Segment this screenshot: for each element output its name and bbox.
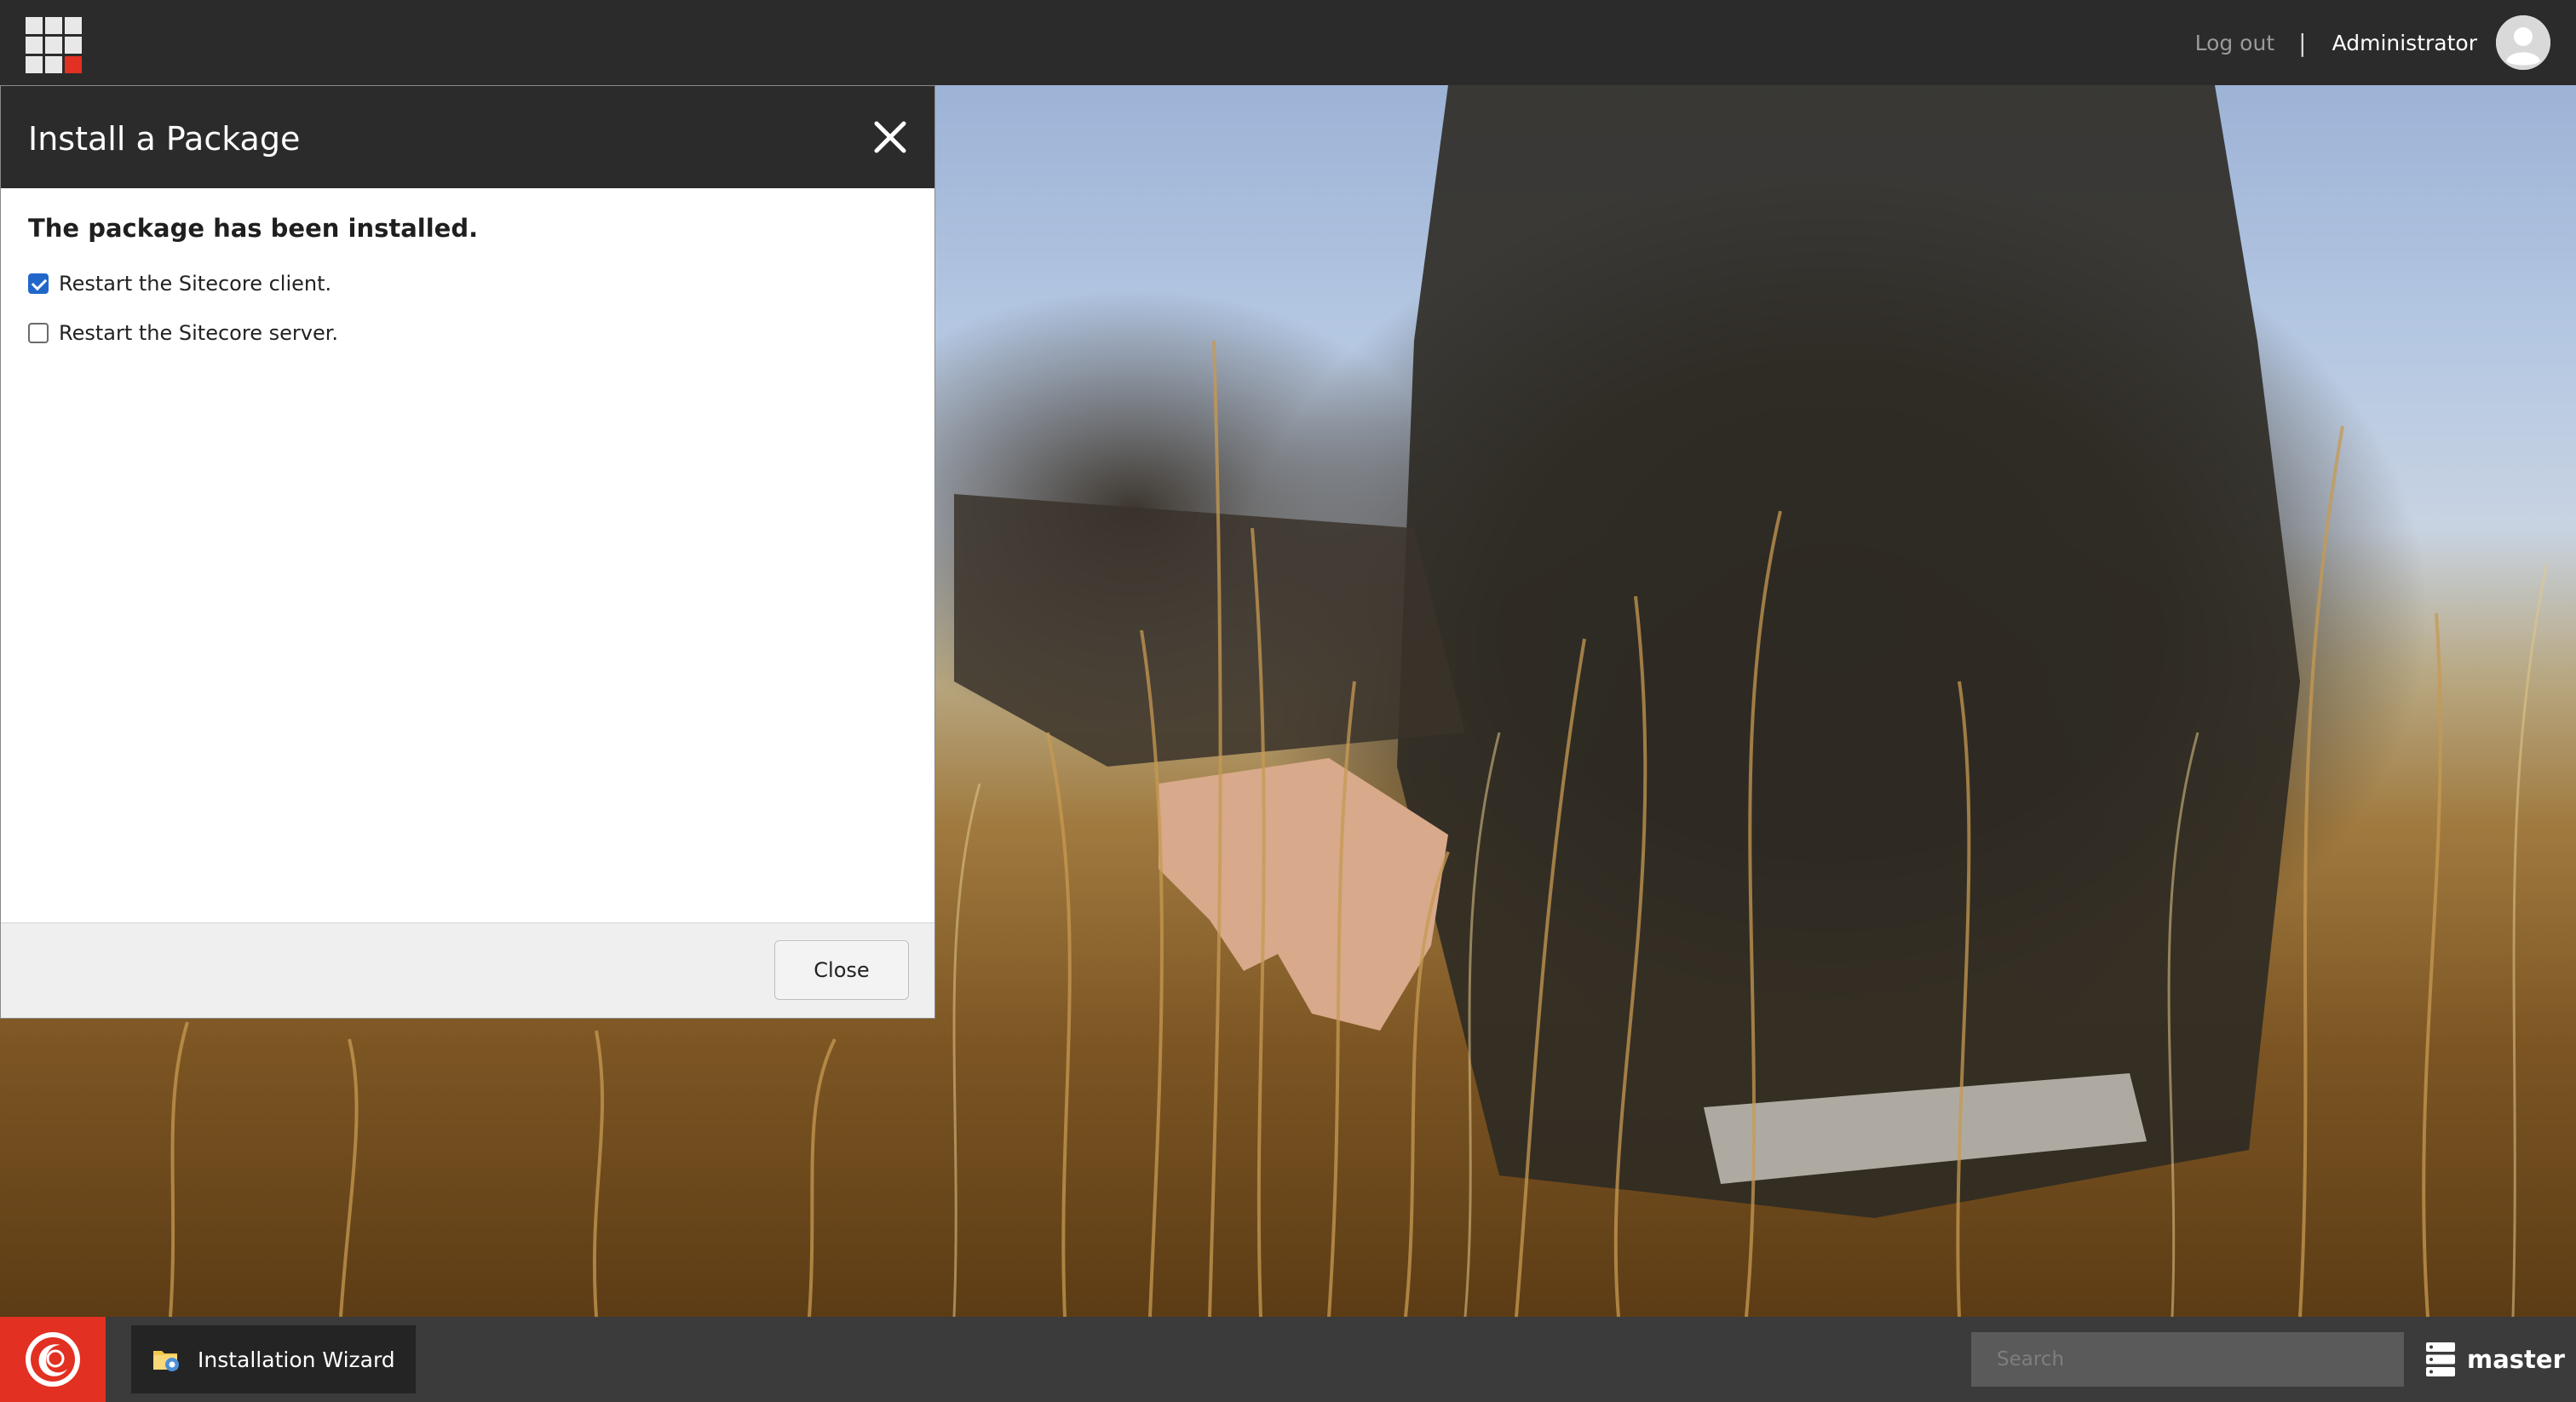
dialog-footer: Close	[1, 922, 934, 1018]
separator: |	[2298, 28, 2307, 57]
database-icon	[2426, 1342, 2455, 1376]
restart-server-checkbox[interactable]	[28, 323, 49, 343]
taskbar: Installation Wizard master	[0, 1317, 2576, 1402]
close-icon[interactable]	[871, 118, 909, 156]
dialog-title: Install a Package	[28, 120, 301, 158]
launchpad-grid-icon[interactable]	[26, 17, 82, 73]
search-input[interactable]	[1971, 1332, 2404, 1387]
restart-client-checkbox[interactable]	[28, 273, 49, 294]
installation-wizard-icon	[153, 1351, 179, 1371]
restart-server-label[interactable]: Restart the Sitecore server.	[59, 321, 338, 345]
dialog-body: The package has been installed. Restart …	[1, 188, 934, 345]
user-area: Log out | Administrator	[2195, 0, 2550, 85]
dialog-header: Install a Package	[1, 86, 934, 188]
install-status-message: The package has been installed.	[28, 214, 479, 243]
restart-client-option[interactable]: Restart the Sitecore client.	[28, 272, 907, 296]
username[interactable]: Administrator	[2332, 31, 2477, 55]
database-label: master	[2467, 1345, 2565, 1374]
top-bar: Log out | Administrator	[0, 0, 2576, 85]
install-package-dialog: Install a Package The package has been i…	[0, 85, 935, 1019]
taskbar-item-label: Installation Wizard	[198, 1347, 395, 1372]
taskbar-item-installation-wizard[interactable]: Installation Wizard	[131, 1325, 416, 1393]
close-button[interactable]: Close	[774, 940, 909, 1000]
sitecore-logo-icon[interactable]	[0, 1317, 106, 1402]
restart-client-label[interactable]: Restart the Sitecore client.	[59, 272, 331, 296]
logout-link[interactable]: Log out	[2195, 31, 2275, 55]
restart-server-option[interactable]: Restart the Sitecore server.	[28, 321, 907, 345]
user-avatar-icon[interactable]	[2496, 15, 2550, 70]
database-selector[interactable]: master	[2426, 1317, 2565, 1402]
